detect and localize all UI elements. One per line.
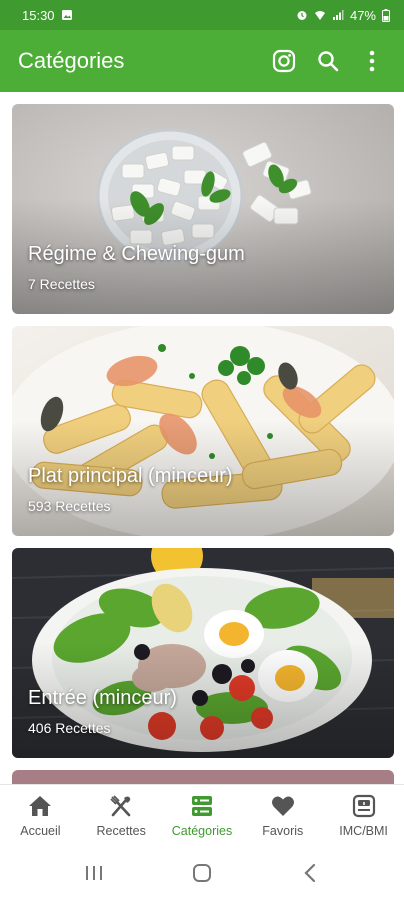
page-title: Catégories: [18, 48, 125, 73]
bottom-navigation: Accueil Recettes Catégories Favoris IMC/…: [0, 784, 404, 846]
gallery-notification-icon: [61, 10, 72, 20]
nav-categories[interactable]: Catégories: [162, 785, 243, 846]
categories-list[interactable]: Régime & Chewing-gum 7 Recettes Plat pri…: [0, 92, 404, 784]
scale-icon: [352, 794, 375, 817]
category-card-plat-principal[interactable]: Plat principal (minceur) 593 Recettes: [12, 326, 394, 536]
category-card-regime-chewing-gum[interactable]: Régime & Chewing-gum 7 Recettes: [12, 104, 394, 314]
home-system-button[interactable]: [182, 858, 222, 888]
back-button[interactable]: [290, 858, 330, 888]
status-time: 15:30: [22, 7, 55, 23]
search-icon: [318, 51, 339, 72]
recipe-count: 406 Recettes: [28, 720, 111, 736]
app-bar: Catégories: [0, 30, 404, 92]
status-bar: 15:30 47%: [0, 0, 404, 30]
search-button[interactable]: [314, 47, 342, 75]
category-title: Régime & Chewing-gum: [28, 243, 245, 265]
back-chevron-icon: [304, 863, 316, 883]
more-options-button[interactable]: [358, 47, 386, 75]
wifi-icon: [314, 11, 325, 20]
signal-icon: [332, 10, 344, 20]
nav-label: Recettes: [96, 823, 146, 838]
recipe-count: 593 Recettes: [28, 498, 111, 514]
instagram-icon: [272, 49, 296, 73]
home-icon: [29, 795, 52, 816]
battery-percent: 47%: [349, 7, 376, 23]
recent-apps-button[interactable]: [74, 858, 114, 888]
recipe-count: 7 Recettes: [28, 276, 95, 292]
nav-label: IMC/BMI: [339, 823, 388, 838]
nav-recettes[interactable]: Recettes: [81, 785, 162, 846]
nav-label: Catégories: [171, 823, 233, 838]
nav-accueil[interactable]: Accueil: [0, 785, 81, 846]
nav-favoris[interactable]: Favoris: [242, 785, 323, 846]
heart-icon: [271, 796, 294, 816]
battery-icon: [382, 8, 390, 22]
category-card-entree-minceur[interactable]: Entrée (minceur) 406 Recettes: [12, 548, 394, 758]
system-navigation-bar: [0, 846, 404, 900]
nav-label: Accueil: [20, 823, 61, 838]
categories-icon: [191, 795, 212, 816]
category-title: Plat principal (minceur): [28, 465, 233, 487]
instagram-button[interactable]: [270, 47, 298, 75]
nav-imc-bmi[interactable]: IMC/BMI: [323, 785, 404, 846]
nav-label: Favoris: [262, 823, 304, 838]
alarm-icon: [297, 11, 307, 20]
more-vert-icon: [369, 50, 375, 72]
category-title: Entrée (minceur): [28, 687, 177, 709]
recent-apps-icon: [86, 866, 102, 880]
category-card-next[interactable]: [12, 770, 394, 784]
cutlery-icon: [110, 794, 131, 816]
home-square-icon: [193, 864, 211, 882]
